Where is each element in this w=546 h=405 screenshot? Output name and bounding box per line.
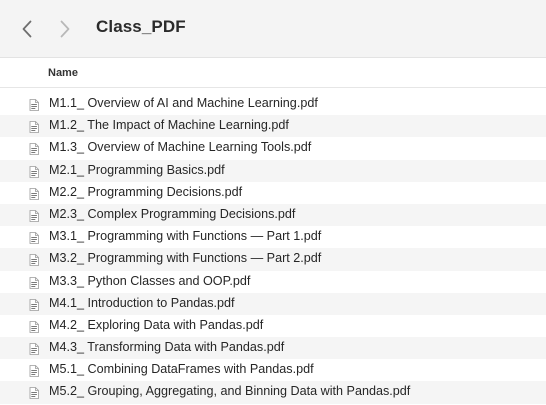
folder-title: Class_PDF [96, 17, 186, 36]
pdf-document-icon [29, 120, 39, 134]
list-item[interactable]: M2.1_ Programming Basics.pdf [0, 159, 546, 182]
list-item[interactable]: M1.3_ Overview of Machine Learning Tools… [0, 137, 546, 159]
list-item[interactable]: M2.2_ Programming Decisions.pdf [0, 182, 546, 204]
forward-button[interactable] [54, 16, 76, 42]
file-name: M1.1_ Overview of AI and Machine Learnin… [49, 96, 318, 110]
list-item[interactable]: M3.3_ Python Classes and OOP.pdf [0, 271, 546, 293]
list-item[interactable]: M3.2_ Programming with Functions — Part … [0, 248, 546, 271]
back-button[interactable] [16, 16, 38, 42]
pdf-document-icon [29, 276, 39, 289]
file-name: M1.3_ Overview of Machine Learning Tools… [49, 140, 312, 155]
file-name: M4.3_ Transforming Data with Pandas.pdf [49, 340, 285, 355]
file-name: M5.1_ Combining DataFrames with Pandas.p… [49, 362, 314, 377]
file-name: M4.1_ Introduction to Pandas.pdf [49, 295, 235, 310]
pdf-document-icon [29, 364, 39, 378]
pdf-document-icon [29, 386, 39, 400]
list-item[interactable]: M1.2_ The Impact of Machine Learning.pdf [0, 115, 546, 138]
list-item[interactable]: M4.1_ Introduction to Pandas.pdf [0, 292, 546, 315]
file-name: M3.3_ Python Classes and OOP.pdf [49, 273, 251, 288]
pdf-document-icon [29, 231, 39, 245]
pdf-document-icon [29, 98, 39, 111]
list-item[interactable]: M5.2_ Grouping, Aggregating, and Binning… [0, 381, 546, 404]
file-name: M2.2_ Programming Decisions.pdf [49, 184, 243, 199]
list-header: Name [0, 58, 546, 88]
file-name: M2.3_ Complex Programming Decisions.pdf [49, 206, 296, 221]
chevron-left-icon [22, 20, 32, 38]
pdf-document-icon [29, 209, 39, 222]
list-item[interactable]: M3.1_ Programming with Functions — Part … [0, 226, 546, 248]
list-item[interactable]: M4.2_ Exploring Data with Pandas.pdf [0, 315, 546, 337]
list-item[interactable]: M1.1_ Overview of AI and Machine Learnin… [0, 93, 546, 115]
file-name: M3.2_ Programming with Functions — Part … [49, 251, 322, 266]
pdf-document-icon [29, 320, 39, 333]
pdf-document-icon [29, 187, 39, 200]
pdf-document-icon [29, 298, 39, 311]
pdf-document-icon [29, 142, 39, 156]
toolbar: Class_PDF [0, 0, 546, 58]
name-column-header[interactable]: Name [48, 67, 78, 79]
file-name: M1.2_ The Impact of Machine Learning.pdf [49, 118, 289, 133]
list-item[interactable]: M4.3_ Transforming Data with Pandas.pdf [0, 337, 546, 360]
file-list: M1.1_ Overview of AI and Machine Learnin… [0, 93, 546, 404]
file-name: M5.2_ Grouping, Aggregating, and Binning… [49, 384, 411, 399]
pdf-document-icon [29, 253, 39, 267]
finder-window: Class_PDF Name M1.1_ Overview of AI and … [0, 0, 546, 405]
pdf-document-icon [29, 342, 39, 355]
pdf-document-icon [29, 165, 39, 178]
list-item[interactable]: M2.3_ Complex Programming Decisions.pdf [0, 203, 546, 227]
chevron-right-icon [60, 20, 70, 38]
file-name: M3.1_ Programming with Functions — Part … [49, 229, 322, 244]
file-name: M2.1_ Programming Basics.pdf [49, 162, 225, 177]
file-name: M4.2_ Exploring Data with Pandas.pdf [49, 317, 264, 332]
list-item[interactable]: M5.1_ Combining DataFrames with Pandas.p… [0, 359, 546, 381]
